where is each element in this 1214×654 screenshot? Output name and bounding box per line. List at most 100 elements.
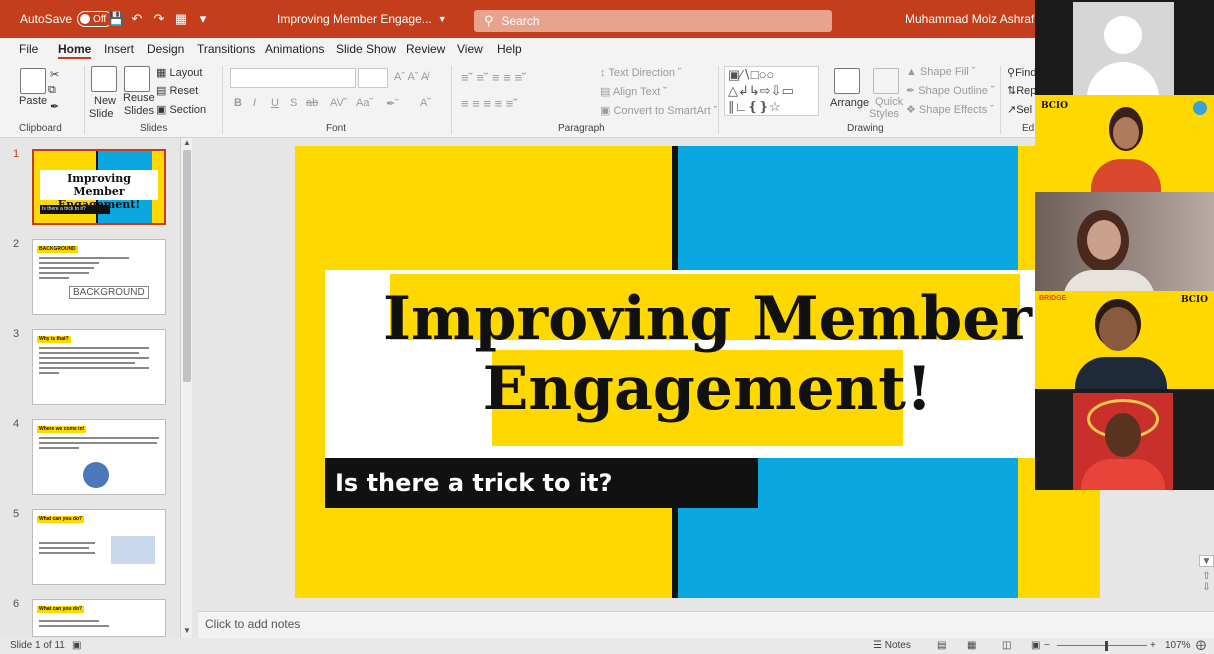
thumbnail-scrollbar[interactable]: ▲ ▼: [180, 138, 192, 638]
scroll-down-icon[interactable]: ▼: [1199, 555, 1214, 567]
zoom-slider[interactable]: [1057, 645, 1147, 646]
video-tile[interactable]: BCIO: [1035, 95, 1214, 192]
tab-home[interactable]: Home: [58, 42, 92, 59]
copy-icon[interactable]: ⧉: [48, 84, 56, 97]
select-button[interactable]: ↗Sel: [1007, 103, 1032, 116]
present-icon[interactable]: ▦: [174, 12, 188, 26]
font-size-select[interactable]: [358, 68, 388, 88]
reuse-slides-label-1[interactable]: Reuse: [123, 92, 155, 104]
new-slide-icon[interactable]: [91, 66, 117, 92]
search-box[interactable]: ⚲ Search: [474, 10, 832, 32]
font-grow-icon[interactable]: Aˆ Aˇ A̸: [394, 71, 428, 83]
quick-styles-label-2[interactable]: Styles: [869, 108, 899, 120]
save-icon[interactable]: 💾: [108, 12, 124, 26]
previous-slide-icon[interactable]: ⇧: [1199, 571, 1214, 582]
notes-toggle[interactable]: ☰ Notes: [873, 640, 911, 651]
slide-thumbnail-6[interactable]: What can you do?: [32, 599, 166, 637]
undo-icon[interactable]: ↶: [130, 12, 144, 26]
reuse-slides-icon[interactable]: [124, 66, 150, 92]
scroll-down-icon[interactable]: ▼: [183, 626, 191, 635]
participant-face: [1099, 307, 1137, 351]
reuse-slides-label-2[interactable]: Slides: [124, 105, 154, 117]
underline-button[interactable]: U: [271, 97, 279, 109]
reading-view-icon[interactable]: ◫: [1002, 640, 1011, 651]
font-color-icon[interactable]: A˘: [420, 97, 431, 109]
notes-pane[interactable]: Click to add notes: [198, 611, 1214, 638]
slide-sorter-icon[interactable]: ▦: [967, 640, 976, 651]
paste-button[interactable]: Paste: [19, 95, 47, 107]
slide-thumbnail-2[interactable]: BACKGROUND BACKGROUND: [32, 239, 166, 315]
shapes-gallery[interactable]: ▣∕∖□○○ △↲↳⇨⇩▭ ∥∟❴❵☆: [724, 66, 819, 116]
shape-effects-button[interactable]: ❖ Shape Effects ˘: [906, 103, 994, 116]
video-tile[interactable]: [1035, 192, 1214, 291]
section-button[interactable]: ▣ Section: [156, 103, 206, 116]
slide-thumbnail-3[interactable]: Why is that?: [32, 329, 166, 405]
zoom-level[interactable]: 107%: [1165, 640, 1191, 651]
customize-toolbar-icon[interactable]: ▾: [196, 12, 210, 26]
align-icon[interactable]: ≡ ≡ ≡ ≡ ≡˘: [461, 96, 518, 111]
change-case-icon[interactable]: Aa˘: [356, 97, 373, 109]
highlight-icon[interactable]: ✒˘: [386, 97, 399, 110]
slide-subtitle[interactable]: Is there a trick to it?: [325, 458, 758, 508]
paste-icon[interactable]: [20, 68, 46, 94]
format-painter-icon[interactable]: ✒: [50, 100, 59, 113]
slide-canvas[interactable]: Improving Member Engagement! Is there a …: [295, 146, 1100, 598]
tab-insert[interactable]: Insert: [104, 42, 134, 56]
font-group-label: Font: [326, 123, 347, 134]
fit-to-window-icon[interactable]: ⨁: [1196, 640, 1206, 651]
redo-icon[interactable]: ↷: [152, 12, 166, 26]
shape-fill-button[interactable]: ▲ Shape Fill ˘: [906, 66, 976, 78]
zoom-out-icon[interactable]: −: [1044, 640, 1050, 651]
replace-button[interactable]: ⇅Rep: [1007, 84, 1036, 97]
slide-title[interactable]: Improving Member Engagement!: [325, 284, 1090, 424]
tab-design[interactable]: Design: [147, 42, 184, 56]
scrollbar-thumb[interactable]: [183, 150, 191, 382]
shape-outline-button[interactable]: ✒ Shape Outline ˘: [906, 84, 995, 97]
smartart-button[interactable]: ▣ Convert to SmartArt ˘: [600, 104, 717, 117]
shadow-button[interactable]: S: [290, 97, 297, 109]
normal-view-icon[interactable]: ▤: [937, 640, 946, 651]
layout-button[interactable]: ▦ Layout: [156, 66, 202, 79]
avatar: [1073, 2, 1174, 95]
tab-help[interactable]: Help: [497, 42, 522, 56]
slide-thumbnail-4[interactable]: Where we come in!: [32, 419, 166, 495]
zoom-slider-thumb[interactable]: [1105, 641, 1108, 651]
strikethrough-button[interactable]: ab: [306, 97, 318, 109]
scroll-up-icon[interactable]: ▲: [183, 138, 191, 147]
tab-review[interactable]: Review: [406, 42, 445, 56]
tab-view[interactable]: View: [457, 42, 483, 56]
tab-slide-show[interactable]: Slide Show: [336, 42, 396, 56]
new-slide-label-2[interactable]: Slide: [89, 108, 113, 120]
character-spacing-icon[interactable]: AV˘: [330, 97, 348, 109]
video-tile[interactable]: BRIDGE BCIO: [1035, 291, 1214, 389]
chevron-down-icon[interactable]: ▼: [438, 14, 447, 24]
cut-icon[interactable]: ✂: [50, 68, 59, 81]
find-button[interactable]: ⚲Find: [1007, 66, 1036, 79]
arrange-icon[interactable]: [834, 68, 860, 94]
quick-styles-label-1[interactable]: Quick: [875, 96, 903, 108]
bold-button[interactable]: B: [234, 97, 242, 109]
accessibility-icon[interactable]: ▣: [72, 640, 81, 651]
font-family-select[interactable]: [230, 68, 356, 88]
slide-thumbnail-5[interactable]: What can you do?: [32, 509, 166, 585]
zoom-in-icon[interactable]: +: [1150, 640, 1156, 651]
slides-group-label: Slides: [140, 123, 168, 134]
slide-thumbnail-1[interactable]: Improving Member Engagement! Is there a …: [32, 149, 166, 225]
video-tile[interactable]: [1035, 389, 1214, 490]
bullets-icon[interactable]: ≡˘ ≡˘ ≡ ≡ ≡˘: [461, 70, 526, 85]
arrange-button[interactable]: Arrange: [830, 97, 869, 109]
video-tile[interactable]: [1035, 0, 1214, 95]
next-slide-icon[interactable]: ⇩: [1199, 582, 1214, 593]
tab-transitions[interactable]: Transitions: [197, 42, 255, 56]
document-title[interactable]: Improving Member Engage...: [277, 12, 432, 26]
new-slide-label-1[interactable]: New: [94, 95, 116, 107]
align-text-button[interactable]: ▤ Align Text ˘: [600, 85, 667, 98]
tab-file[interactable]: File: [19, 42, 38, 56]
italic-button[interactable]: I: [253, 97, 256, 109]
tab-animations[interactable]: Animations: [265, 42, 324, 56]
slideshow-icon[interactable]: ▣: [1031, 640, 1040, 651]
text-direction-button[interactable]: ↕ Text Direction ˘: [600, 67, 682, 79]
separator: [84, 66, 85, 134]
quick-styles-icon[interactable]: [873, 68, 899, 94]
reset-button[interactable]: ▤ Reset: [156, 84, 198, 97]
